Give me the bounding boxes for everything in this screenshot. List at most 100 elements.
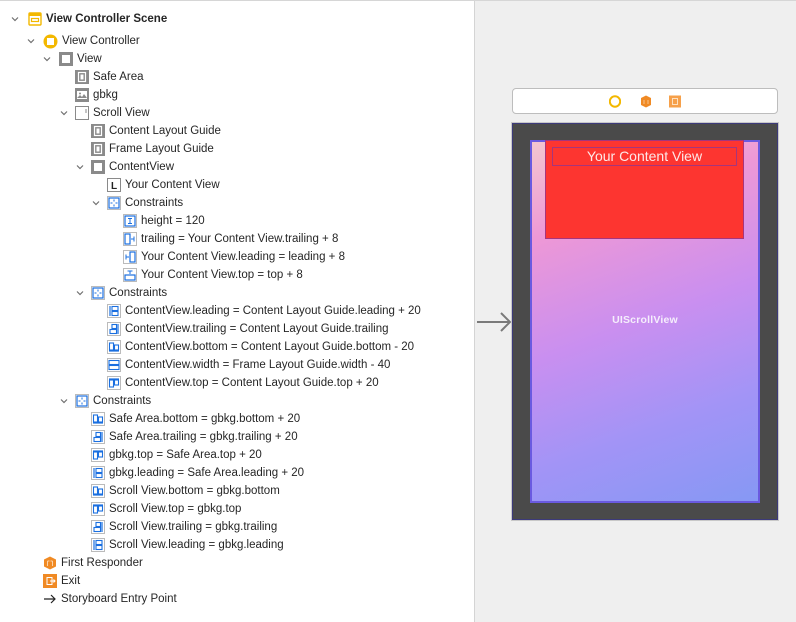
constraint-item[interactable]: Your Content View.top = top + 8: [123, 266, 303, 284]
constraint-label: Scroll View.top = gbkg.top: [109, 503, 242, 515]
outline-item-exit[interactable]: Exit: [43, 572, 80, 590]
outline-item-scene[interactable]: View Controller Scene: [10, 10, 167, 28]
chevron-down-icon[interactable]: [42, 54, 52, 64]
outline-label: Exit: [61, 575, 81, 587]
outline-item-constraints[interactable]: Constraints: [91, 194, 183, 212]
outline-label: Your Content View: [125, 179, 220, 191]
constraints-icon: [107, 196, 121, 210]
outline-label: Safe Area: [93, 71, 144, 83]
layout-guide-icon: [91, 124, 105, 138]
trailing-constraint-icon: [107, 322, 121, 336]
outline-item-scroll-view[interactable]: Scroll View: [59, 104, 150, 122]
constraint-label: ContentView.trailing = Content Layout Gu…: [125, 323, 389, 335]
outline-item-first-responder[interactable]: First Responder: [43, 554, 143, 572]
outline-label: gbkg: [93, 89, 118, 101]
constraint-item[interactable]: ContentView.trailing = Content Layout Gu…: [107, 320, 389, 338]
chevron-down-icon[interactable]: [91, 198, 101, 208]
outline-label: View Controller Scene: [46, 13, 168, 25]
constraint-label: gbkg.top = Safe Area.top + 20: [109, 449, 262, 461]
svg-text:L: L: [111, 181, 117, 192]
scroll-view-icon: [75, 106, 89, 120]
outline-item-your-content-view[interactable]: L Your Content View: [107, 176, 220, 194]
constraint-item[interactable]: gbkg.top = Safe Area.top + 20: [91, 446, 262, 464]
constraint-item[interactable]: ContentView.bottom = Content Layout Guid…: [107, 338, 414, 356]
outline-item-gbkg[interactable]: gbkg: [75, 86, 118, 104]
label-icon: L: [107, 178, 121, 192]
outline-item-content-layout-guide[interactable]: Content Layout Guide: [91, 122, 221, 140]
image-view-icon: [75, 88, 89, 102]
constraint-item[interactable]: Safe Area.bottom = gbkg.bottom + 20: [91, 410, 300, 428]
scene-dock[interactable]: [512, 88, 778, 114]
leading-constraint-icon: [91, 538, 105, 552]
constraint-label: ContentView.width = Frame Layout Guide.w…: [125, 359, 391, 371]
outline-label: View Controller: [62, 35, 140, 47]
constraint-item[interactable]: Scroll View.trailing = gbkg.trailing: [91, 518, 277, 536]
constraint-item[interactable]: height = 120: [123, 212, 205, 230]
first-responder-icon[interactable]: [640, 95, 652, 108]
trailing-constraint-icon: [91, 430, 105, 444]
constraint-item[interactable]: Your Content View.leading = leading + 8: [123, 248, 345, 266]
outline-label: View: [77, 53, 102, 65]
constraint-label: ContentView.leading = Content Layout Gui…: [125, 305, 421, 317]
constraint-label: ContentView.bottom = Content Layout Guid…: [125, 341, 415, 353]
constraint-item[interactable]: ContentView.top = Content Layout Guide.t…: [107, 374, 379, 392]
layout-guide-icon: [75, 70, 89, 84]
width-constraint-icon: [107, 358, 121, 372]
outline-item-safe-area[interactable]: Safe Area: [75, 68, 144, 86]
view-icon: [91, 160, 105, 174]
outline-label: ContentView: [109, 161, 174, 173]
constraint-label: Safe Area.bottom = gbkg.bottom + 20: [109, 413, 301, 425]
bottom-constraint-icon: [91, 412, 105, 426]
top-constraint-icon: [123, 268, 137, 282]
constraint-item[interactable]: ContentView.leading = Content Layout Gui…: [107, 302, 421, 320]
scroll-view-label: UIScrollView: [612, 314, 678, 326]
document-outline: View Controller Scene View Controller Vi…: [0, 1, 475, 622]
constraint-label: trailing = Your Content View.trailing + …: [141, 233, 339, 245]
view-icon: [59, 52, 73, 66]
outline-label: Content Layout Guide: [109, 125, 221, 137]
leading-constraint-icon: [123, 250, 137, 264]
view-controller-icon: [43, 34, 58, 49]
outline-item-content-view[interactable]: ContentView: [75, 158, 174, 176]
outline-label: Constraints: [109, 287, 168, 299]
constraint-label: Your Content View.top = top + 8: [141, 269, 303, 281]
outline-item-constraints[interactable]: Constraints: [75, 284, 167, 302]
outline-item-view-controller[interactable]: View Controller: [26, 32, 140, 50]
constraint-item[interactable]: ContentView.width = Frame Layout Guide.w…: [107, 356, 390, 374]
constraints-icon: [75, 394, 89, 408]
constraint-item[interactable]: gbkg.leading = Safe Area.leading + 20: [91, 464, 304, 482]
top-constraint-icon: [91, 448, 105, 462]
outline-label: Constraints: [93, 395, 152, 407]
constraint-item[interactable]: Scroll View.leading = gbkg.leading: [91, 536, 284, 554]
constraint-item[interactable]: Scroll View.top = gbkg.top: [91, 500, 241, 518]
chevron-down-icon[interactable]: [59, 108, 69, 118]
outline-label: Scroll View: [93, 107, 150, 119]
outline-item-frame-layout-guide[interactable]: Frame Layout Guide: [91, 140, 214, 158]
leading-constraint-icon: [91, 466, 105, 480]
constraint-label: Scroll View.trailing = gbkg.trailing: [109, 521, 278, 533]
outline-item-view[interactable]: View: [42, 50, 102, 68]
trailing-constraint-icon: [91, 520, 105, 534]
constraint-item[interactable]: Scroll View.bottom = gbkg.bottom: [91, 482, 280, 500]
chevron-down-icon[interactable]: [26, 36, 36, 46]
your-content-view-label[interactable]: Your Content View: [552, 147, 737, 166]
constraint-label: ContentView.top = Content Layout Guide.t…: [125, 377, 379, 389]
first-responder-icon: [43, 556, 57, 570]
top-constraint-icon: [91, 502, 105, 516]
chevron-down-icon[interactable]: [10, 14, 20, 24]
constraint-label: height = 120: [141, 215, 205, 227]
constraint-item[interactable]: Safe Area.trailing = gbkg.trailing + 20: [91, 428, 298, 446]
chevron-down-icon[interactable]: [75, 288, 85, 298]
constraint-item[interactable]: trailing = Your Content View.trailing + …: [123, 230, 338, 248]
view-controller-icon[interactable]: [608, 95, 622, 108]
outline-item-entry-point[interactable]: Storyboard Entry Point: [43, 590, 177, 608]
exit-icon[interactable]: [669, 95, 681, 108]
trailing-constraint-icon: [123, 232, 137, 246]
constraint-label: Your Content View.leading = leading + 8: [141, 251, 345, 263]
bottom-constraint-icon: [107, 340, 121, 354]
outline-item-constraints[interactable]: Constraints: [59, 392, 151, 410]
chevron-down-icon[interactable]: [59, 396, 69, 406]
chevron-down-icon[interactable]: [75, 162, 85, 172]
scene-icon: [28, 12, 42, 26]
entry-point-arrow-icon[interactable]: [476, 308, 514, 336]
